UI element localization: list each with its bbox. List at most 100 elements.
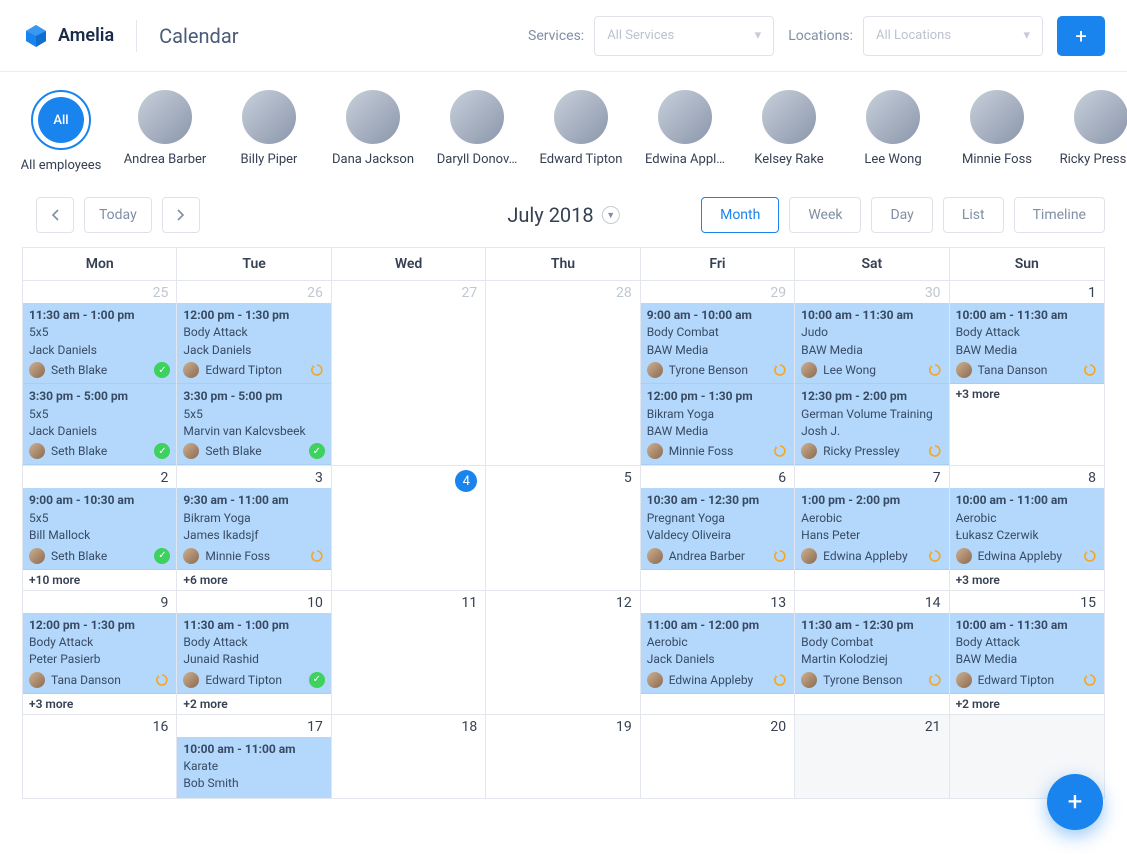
view-timeline[interactable]: Timeline bbox=[1014, 197, 1105, 233]
add-button[interactable]: + bbox=[1057, 16, 1105, 56]
prev-button[interactable] bbox=[36, 197, 74, 233]
calendar-cell[interactable]: 27 bbox=[332, 281, 486, 466]
calendar-event[interactable]: 9:00 am - 10:00 amBody CombatBAW MediaTy… bbox=[641, 303, 794, 384]
more-events[interactable]: +10 more bbox=[23, 570, 176, 590]
more-events[interactable]: +3 more bbox=[23, 694, 176, 714]
event-customer: BAW Media bbox=[647, 423, 788, 440]
calendar-event[interactable]: 10:00 am - 11:30 amJudoBAW MediaLee Wong bbox=[795, 303, 948, 384]
event-service: Karate bbox=[183, 758, 324, 775]
calendar-cell[interactable]: 16 bbox=[23, 715, 177, 799]
calendar-cell[interactable]: 1510:00 am - 11:30 amBody AttackBAW Medi… bbox=[950, 591, 1104, 715]
calendar-event[interactable]: 11:00 am - 12:00 pmAerobicJack DanielsEd… bbox=[641, 613, 794, 694]
event-time: 11:00 am - 12:00 pm bbox=[647, 617, 788, 634]
calendar-cell[interactable]: 12 bbox=[486, 591, 640, 715]
calendar-event[interactable]: 12:30 pm - 2:00 pmGerman Volume Training… bbox=[795, 384, 948, 465]
recurring-icon bbox=[772, 443, 788, 459]
calendar-cell[interactable]: 28 bbox=[486, 281, 640, 466]
event-service: Aerobic bbox=[647, 634, 788, 651]
calendar-cell[interactable]: 299:00 am - 10:00 amBody CombatBAW Media… bbox=[641, 281, 795, 466]
calendar-cell[interactable]: 610:30 am - 12:30 pmPregnant YogaValdecy… bbox=[641, 466, 795, 590]
calendar-event[interactable]: 1:00 pm - 2:00 pmAerobicHans PeterEdwina… bbox=[795, 488, 948, 569]
day-number: 15 bbox=[950, 591, 1104, 613]
locations-select[interactable]: All Locations ▾ bbox=[863, 16, 1043, 56]
calendar-event[interactable]: 3:30 pm - 5:00 pm5x5Jack DanielsSeth Bla… bbox=[23, 384, 176, 465]
employee-filter-6[interactable]: Edwina Appl… bbox=[646, 90, 724, 173]
calendar-cell[interactable]: 1011:30 am - 1:00 pmBody AttackJunaid Ra… bbox=[177, 591, 331, 715]
calendar-cell[interactable]: 39:30 am - 11:00 amBikram YogaJames Ikad… bbox=[177, 466, 331, 590]
employee-filter-all[interactable]: AllAll employees bbox=[22, 90, 100, 173]
calendar-event[interactable]: 12:00 pm - 1:30 pmBody AttackPeter Pasie… bbox=[23, 613, 176, 694]
more-events[interactable]: +6 more bbox=[177, 570, 330, 590]
calendar-cell[interactable]: 912:00 pm - 1:30 pmBody AttackPeter Pasi… bbox=[23, 591, 177, 715]
more-events[interactable]: +2 more bbox=[950, 694, 1104, 714]
calendar-cell[interactable]: 1710:00 am - 11:00 amKarateBob Smith bbox=[177, 715, 331, 799]
calendar-event[interactable]: 11:30 am - 1:00 pmBody AttackJunaid Rash… bbox=[177, 613, 330, 694]
calendar-event[interactable]: 9:00 am - 10:30 am5x5Bill MallockSeth Bl… bbox=[23, 488, 176, 569]
calendar-cell[interactable]: 29:00 am - 10:30 am5x5Bill MallockSeth B… bbox=[23, 466, 177, 590]
calendar-cell[interactable]: 71:00 pm - 2:00 pmAerobicHans PeterEdwin… bbox=[795, 466, 949, 590]
event-service: Body Combat bbox=[801, 634, 942, 651]
event-time: 12:30 pm - 2:00 pm bbox=[801, 388, 942, 405]
employee-filter-9[interactable]: Minnie Foss bbox=[958, 90, 1036, 173]
calendar-event[interactable]: 3:30 pm - 5:00 pm5x5Marvin van Kalcvsbee… bbox=[177, 384, 330, 465]
more-events[interactable]: +2 more bbox=[177, 694, 330, 714]
event-service: Aerobic bbox=[801, 510, 942, 527]
calendar-cell[interactable]: 1311:00 am - 12:00 pmAerobicJack Daniels… bbox=[641, 591, 795, 715]
employee-filter-7[interactable]: Kelsey Rake bbox=[750, 90, 828, 173]
employee-filter-8[interactable]: Lee Wong bbox=[854, 90, 932, 173]
calendar-event[interactable]: 10:00 am - 11:30 amBody AttackBAW MediaE… bbox=[950, 613, 1104, 694]
calendar-cell[interactable]: 21 bbox=[795, 715, 949, 799]
calendar-cell[interactable]: 19 bbox=[486, 715, 640, 799]
event-employee: Minnie Foss bbox=[205, 549, 302, 563]
today-button[interactable]: Today bbox=[84, 197, 152, 233]
calendar-cell[interactable]: 2511:30 am - 1:00 pm5x5Jack DanielsSeth … bbox=[23, 281, 177, 466]
services-select[interactable]: All Services ▾ bbox=[594, 16, 774, 56]
employee-filter-1[interactable]: Andrea Barber bbox=[126, 90, 204, 173]
event-employee-row: Edward Tipton bbox=[183, 362, 324, 378]
calendar-cell[interactable]: 11 bbox=[332, 591, 486, 715]
view-list[interactable]: List bbox=[943, 197, 1004, 233]
calendar-event[interactable]: 10:00 am - 11:00 amKarateBob Smith bbox=[177, 737, 330, 798]
calendar-cell[interactable]: 1411:30 am - 12:30 pmBody CombatMartin K… bbox=[795, 591, 949, 715]
calendar-cell[interactable]: 810:00 am - 11:00 amAerobicŁukasz Czerwi… bbox=[950, 466, 1104, 590]
employee-filter-5[interactable]: Edward Tipton bbox=[542, 90, 620, 173]
calendar-cell[interactable]: 3010:00 am - 11:30 amJudoBAW MediaLee Wo… bbox=[795, 281, 949, 466]
calendar-event[interactable]: 12:00 pm - 1:30 pmBikram YogaBAW MediaMi… bbox=[641, 384, 794, 465]
month-dropdown[interactable]: ▼ bbox=[602, 206, 620, 224]
employee-name: Lee Wong bbox=[864, 152, 921, 167]
event-service: Judo bbox=[801, 324, 942, 341]
day-number: 21 bbox=[795, 715, 948, 737]
more-events[interactable]: +3 more bbox=[950, 384, 1104, 404]
calendar-event[interactable]: 10:00 am - 11:30 amBody AttackBAW MediaT… bbox=[950, 303, 1104, 384]
employee-filter-3[interactable]: Dana Jackson bbox=[334, 90, 412, 173]
employee-filter-10[interactable]: Ricky Pressley bbox=[1062, 90, 1127, 173]
calendar-cell[interactable]: 2612:00 pm - 1:30 pmBody AttackJack Dani… bbox=[177, 281, 331, 466]
event-employee-row: Minnie Foss bbox=[647, 443, 788, 459]
recurring-icon bbox=[927, 362, 943, 378]
calendar-cell[interactable]: 20 bbox=[641, 715, 795, 799]
view-day[interactable]: Day bbox=[871, 197, 932, 233]
calendar-event[interactable]: 10:30 am - 12:30 pmPregnant YogaValdecy … bbox=[641, 488, 794, 569]
calendar-event[interactable]: 11:30 am - 12:30 pmBody CombatMartin Kol… bbox=[795, 613, 948, 694]
calendar-cell[interactable]: 5 bbox=[486, 466, 640, 590]
event-employee-row: Minnie Foss bbox=[183, 548, 324, 564]
calendar-event[interactable]: 9:30 am - 11:00 amBikram YogaJames Ikads… bbox=[177, 488, 330, 569]
fab-add-button[interactable]: + bbox=[1047, 774, 1103, 830]
employee-filter-4[interactable]: Daryll Donov… bbox=[438, 90, 516, 173]
calendar-event[interactable]: 12:00 pm - 1:30 pmBody AttackJack Daniel… bbox=[177, 303, 330, 384]
calendar-event[interactable]: 11:30 am - 1:00 pm5x5Jack DanielsSeth Bl… bbox=[23, 303, 176, 384]
employee-filter-2[interactable]: Billy Piper bbox=[230, 90, 308, 173]
view-week[interactable]: Week bbox=[789, 197, 861, 233]
view-month[interactable]: Month bbox=[701, 197, 779, 233]
event-employee: Ricky Pressley bbox=[823, 444, 920, 458]
day-number: 2 bbox=[23, 466, 176, 488]
next-button[interactable] bbox=[162, 197, 200, 233]
day-number: 7 bbox=[795, 466, 948, 488]
event-employee-row: Tyrone Benson bbox=[801, 672, 942, 688]
calendar-cell[interactable]: 4 bbox=[332, 466, 486, 590]
calendar-cell[interactable]: 18 bbox=[332, 715, 486, 799]
calendar-event[interactable]: 10:00 am - 11:00 amAerobicŁukasz Czerwik… bbox=[950, 488, 1104, 569]
calendar-cell[interactable]: 110:00 am - 11:30 amBody AttackBAW Media… bbox=[950, 281, 1104, 466]
more-events[interactable]: +3 more bbox=[950, 570, 1104, 590]
day-number: 20 bbox=[641, 715, 794, 737]
